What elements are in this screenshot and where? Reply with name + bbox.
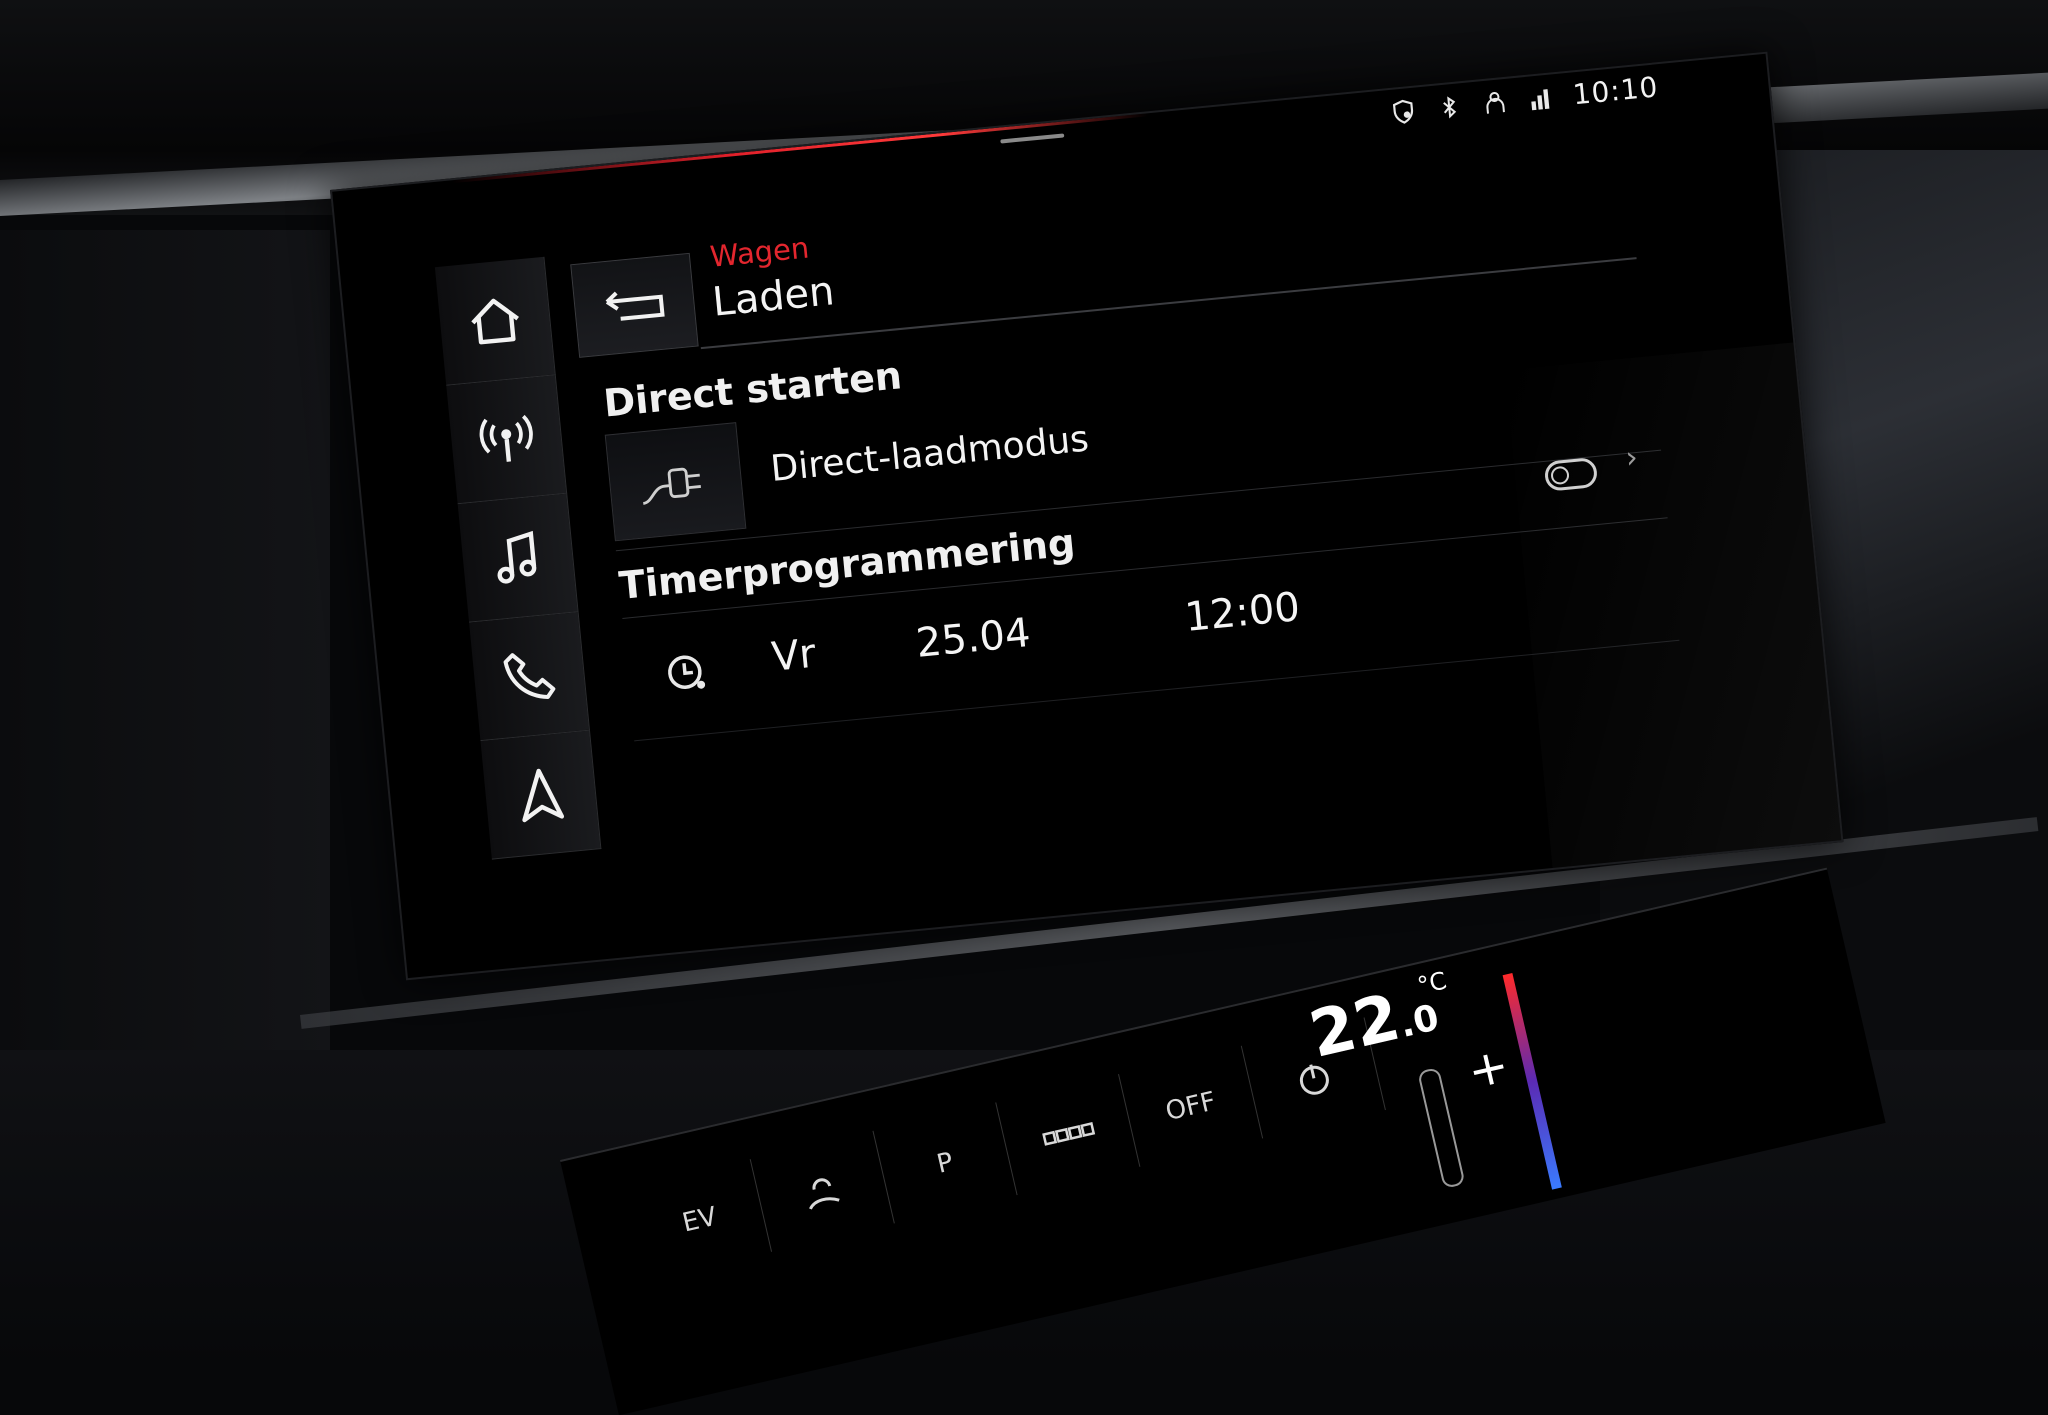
network-icon [1526, 83, 1557, 114]
sidebar-item-home[interactable] [434, 256, 556, 386]
temperature-plus-button[interactable]: + [1463, 1037, 1515, 1101]
traction-off-label: OFF [1162, 1085, 1219, 1127]
page-title: Laden [710, 268, 837, 326]
parking-label: P [934, 1146, 957, 1180]
phone-icon [503, 653, 555, 700]
back-arrow-icon [605, 291, 665, 321]
parking-assist-button[interactable]: P [873, 1102, 1018, 1224]
shield-location-icon [1388, 96, 1419, 127]
sidebar-item-radio[interactable] [446, 375, 568, 505]
seat-climate-icon [808, 1177, 840, 1210]
person-icon [1480, 87, 1511, 118]
direct-charge-tile[interactable] [604, 422, 747, 542]
charging-plug-icon [642, 467, 701, 505]
ev-label: EV [679, 1201, 720, 1239]
fan-slider[interactable] [1417, 1066, 1466, 1189]
temperature-unit: °C [1414, 966, 1450, 1001]
timer-day: Vr [769, 630, 818, 681]
sidebar-item-navigation[interactable] [480, 730, 602, 860]
infotainment-screen: 10:10 Wagen Laden Direct starten Direct-… [330, 51, 1844, 981]
home-icon [470, 298, 519, 345]
radio-icon [479, 414, 533, 462]
header-divider [700, 257, 1637, 350]
timer-clock-icon [668, 655, 706, 689]
sidebar [434, 256, 602, 865]
section-title-direct: Direct starten [601, 353, 904, 426]
drive-select-icon [1041, 1121, 1095, 1146]
direct-charge-mode-label[interactable]: Direct-laadmodus [769, 419, 1091, 490]
timer-date: 25.04 [913, 610, 1033, 667]
navigation-icon [521, 768, 564, 823]
ev-mode-button[interactable]: EV [627, 1159, 773, 1280]
sidebar-item-music[interactable] [457, 493, 579, 623]
sidebar-item-phone[interactable] [469, 612, 591, 742]
drive-select-button[interactable] [996, 1074, 1141, 1195]
traction-off-button[interactable]: OFF [1118, 1045, 1264, 1167]
timer-time: 12:00 [1182, 584, 1302, 641]
pull-down-handle[interactable] [1000, 133, 1065, 144]
dashboard-left-panel [0, 230, 330, 1130]
music-icon [497, 530, 536, 584]
bluetooth-icon [1434, 92, 1465, 123]
back-button[interactable] [570, 252, 699, 358]
screen-glare [1504, 342, 1842, 868]
climate-comfort-button[interactable] [750, 1130, 895, 1252]
breadcrumb-parent[interactable]: Wagen [709, 230, 811, 273]
status-clock: 10:10 [1571, 70, 1660, 112]
